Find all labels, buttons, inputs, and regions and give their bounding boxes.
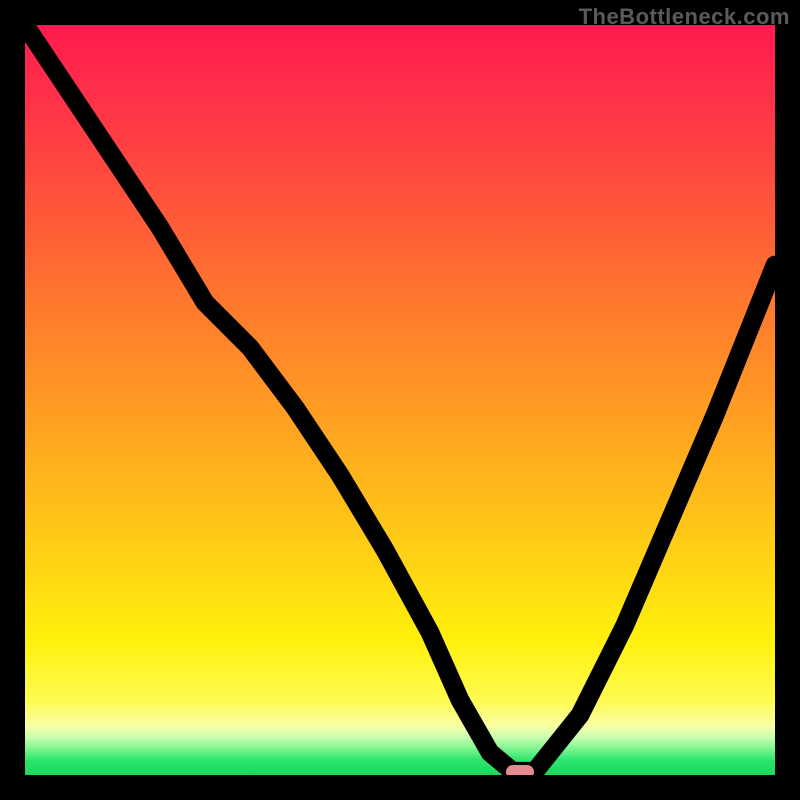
- chart-frame: TheBottleneck.com: [0, 0, 800, 800]
- curve-svg: [25, 25, 775, 775]
- plot-area: [25, 25, 775, 775]
- bottleneck-curve: [25, 25, 775, 771]
- watermark-text: TheBottleneck.com: [579, 4, 790, 30]
- optimum-marker: [506, 765, 534, 775]
